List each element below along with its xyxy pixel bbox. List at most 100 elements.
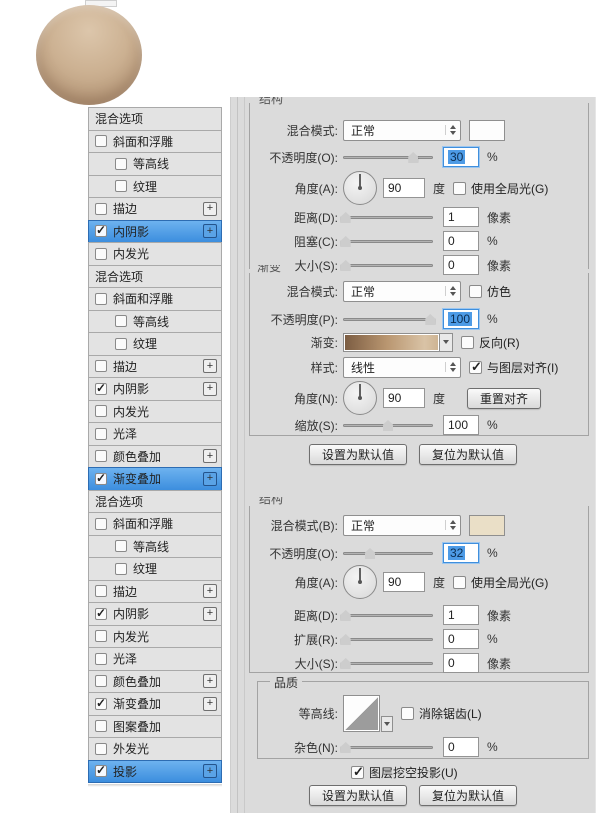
effect-checkbox[interactable] <box>95 405 107 417</box>
opacity-input[interactable]: 32 <box>443 543 479 563</box>
angle-input[interactable]: 90 <box>383 388 425 408</box>
add-effect-button[interactable]: + <box>203 359 217 373</box>
sidebar-effect-item[interactable]: 颜色叠加 + <box>88 445 222 469</box>
sidebar-effect-item[interactable]: 斜面和浮雕 + <box>88 130 222 154</box>
reverse-checkbox[interactable] <box>461 336 474 349</box>
sidebar-effect-item[interactable]: 混合选项 + <box>88 107 222 131</box>
distance-input[interactable]: 1 <box>443 605 479 625</box>
add-effect-button[interactable]: + <box>203 472 217 486</box>
sidebar-effect-item[interactable]: 内发光 + <box>88 625 222 649</box>
angle-dial[interactable] <box>343 171 377 205</box>
dither-checkbox[interactable] <box>469 285 482 298</box>
contour-dropdown-arrow[interactable] <box>381 716 393 732</box>
sidebar-effect-item[interactable]: 内阴影 + <box>88 220 222 244</box>
add-effect-button[interactable]: + <box>203 202 217 216</box>
effect-checkbox[interactable] <box>95 360 107 372</box>
effect-checkbox[interactable] <box>115 563 127 575</box>
sidebar-effect-item[interactable]: 内阴影 + <box>88 377 222 401</box>
sidebar-effect-item[interactable]: 描边 + <box>88 355 222 379</box>
effect-checkbox[interactable] <box>95 518 107 530</box>
sidebar-effect-item[interactable]: 渐变叠加 + <box>88 467 222 491</box>
opacity-input[interactable]: 30 <box>443 147 479 167</box>
effect-checkbox[interactable] <box>95 428 107 440</box>
effect-checkbox[interactable] <box>95 203 107 215</box>
sidebar-effect-item[interactable]: 纹理 + <box>88 175 222 199</box>
sidebar-effect-item[interactable]: 渐变叠加 + <box>88 692 222 716</box>
opacity-slider[interactable] <box>343 150 433 164</box>
add-effect-button[interactable]: + <box>203 607 217 621</box>
angle-dial[interactable] <box>343 381 377 415</box>
sidebar-effect-item[interactable]: 颜色叠加 + <box>88 670 222 694</box>
effect-checkbox[interactable] <box>115 315 127 327</box>
align-with-layer-checkbox[interactable] <box>469 361 482 374</box>
spread-slider[interactable] <box>343 632 433 646</box>
blend-mode-select[interactable]: 正常 <box>343 515 461 536</box>
size-slider[interactable] <box>343 656 433 670</box>
layer-knockout-checkbox[interactable] <box>351 766 364 779</box>
angle-input[interactable]: 90 <box>383 572 425 592</box>
set-as-default-button[interactable]: 设置为默认值 <box>309 444 407 465</box>
sidebar-effect-item[interactable]: 斜面和浮雕 + <box>88 287 222 311</box>
effect-checkbox[interactable] <box>95 765 107 777</box>
size-input[interactable]: 0 <box>443 255 479 275</box>
sidebar-effect-item[interactable]: 外发光 + <box>88 737 222 761</box>
size-input[interactable]: 0 <box>443 653 479 673</box>
contour-thumbnail[interactable] <box>343 695 380 732</box>
sidebar-effect-item[interactable]: 投影 + <box>88 760 222 784</box>
effect-checkbox[interactable] <box>95 225 107 237</box>
effect-checkbox[interactable] <box>95 698 107 710</box>
global-light-checkbox[interactable] <box>453 576 466 589</box>
effect-checkbox[interactable] <box>95 720 107 732</box>
choke-input[interactable]: 0 <box>443 231 479 251</box>
add-effect-button[interactable]: + <box>203 382 217 396</box>
effect-checkbox[interactable] <box>95 450 107 462</box>
angle-input[interactable]: 90 <box>383 178 425 198</box>
sidebar-effect-item[interactable]: 内发光 + <box>88 242 222 266</box>
effect-checkbox[interactable] <box>95 383 107 395</box>
sidebar-effect-item[interactable]: 等高线 + <box>88 310 222 334</box>
sidebar-effect-item[interactable]: 混合选项 + <box>88 490 222 514</box>
blend-mode-select[interactable]: 正常 <box>343 281 461 302</box>
add-effect-button[interactable]: + <box>203 697 217 711</box>
sidebar-effect-item[interactable]: 光泽 + <box>88 647 222 671</box>
sidebar-effect-item[interactable]: 等高线 + <box>88 152 222 176</box>
global-light-checkbox[interactable] <box>453 182 466 195</box>
effect-checkbox[interactable] <box>95 248 107 260</box>
sidebar-effect-item[interactable]: 内发光 + <box>88 400 222 424</box>
sidebar-effect-item[interactable]: 纹理 + <box>88 332 222 356</box>
effect-checkbox[interactable] <box>95 293 107 305</box>
effect-checkbox[interactable] <box>115 180 127 192</box>
blend-mode-select[interactable]: 正常 <box>343 120 461 141</box>
effect-checkbox[interactable] <box>95 135 107 147</box>
sidebar-effect-item[interactable]: 描边 + <box>88 197 222 221</box>
effect-checkbox[interactable] <box>95 653 107 665</box>
noise-input[interactable]: 0 <box>443 737 479 757</box>
scale-input[interactable]: 100 <box>443 415 479 435</box>
reset-to-default-button[interactable]: 复位为默认值 <box>419 785 517 806</box>
distance-slider[interactable] <box>343 608 433 622</box>
choke-slider[interactable] <box>343 234 433 248</box>
opacity-slider[interactable] <box>343 546 433 560</box>
scale-slider[interactable] <box>343 418 433 432</box>
sidebar-effect-item[interactable]: 等高线 + <box>88 535 222 559</box>
distance-slider[interactable] <box>343 210 433 224</box>
spread-input[interactable]: 0 <box>443 629 479 649</box>
gradient-swatch[interactable] <box>343 333 440 352</box>
shadow-color-swatch[interactable] <box>469 120 505 141</box>
effect-checkbox[interactable] <box>115 158 127 170</box>
shadow-color-swatch[interactable] <box>469 515 505 536</box>
effect-checkbox[interactable] <box>95 630 107 642</box>
style-select[interactable]: 线性 <box>343 357 461 378</box>
effect-checkbox[interactable] <box>115 338 127 350</box>
sidebar-effect-item[interactable]: 描边 + <box>88 580 222 604</box>
effect-checkbox[interactable] <box>95 608 107 620</box>
add-effect-button[interactable]: + <box>203 674 217 688</box>
reset-alignment-button[interactable]: 重置对齐 <box>467 388 541 409</box>
distance-input[interactable]: 1 <box>443 207 479 227</box>
effect-checkbox[interactable] <box>95 585 107 597</box>
sidebar-effect-item[interactable]: 混合选项 + <box>88 265 222 289</box>
sidebar-effect-item[interactable]: 图案叠加 + <box>88 715 222 739</box>
add-effect-button[interactable]: + <box>203 764 217 778</box>
opacity-slider[interactable] <box>343 312 433 326</box>
effect-checkbox[interactable] <box>95 743 107 755</box>
